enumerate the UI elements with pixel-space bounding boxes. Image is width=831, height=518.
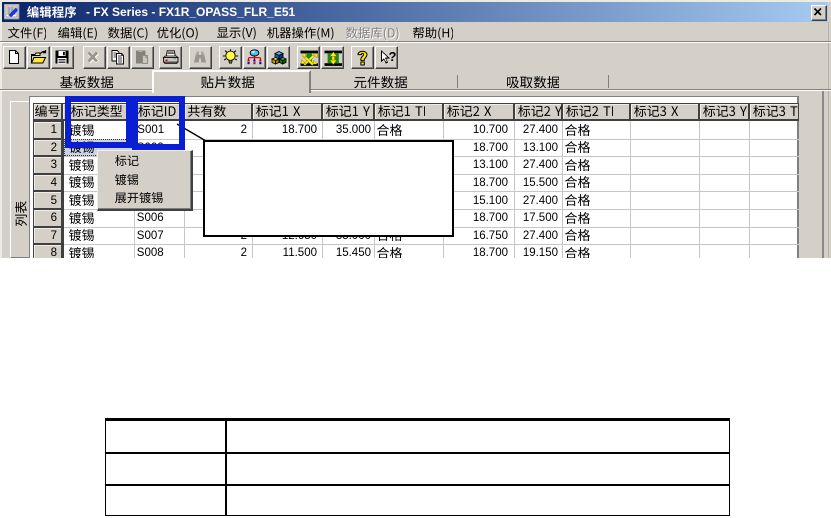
svg-text:?: ?: [389, 49, 397, 64]
